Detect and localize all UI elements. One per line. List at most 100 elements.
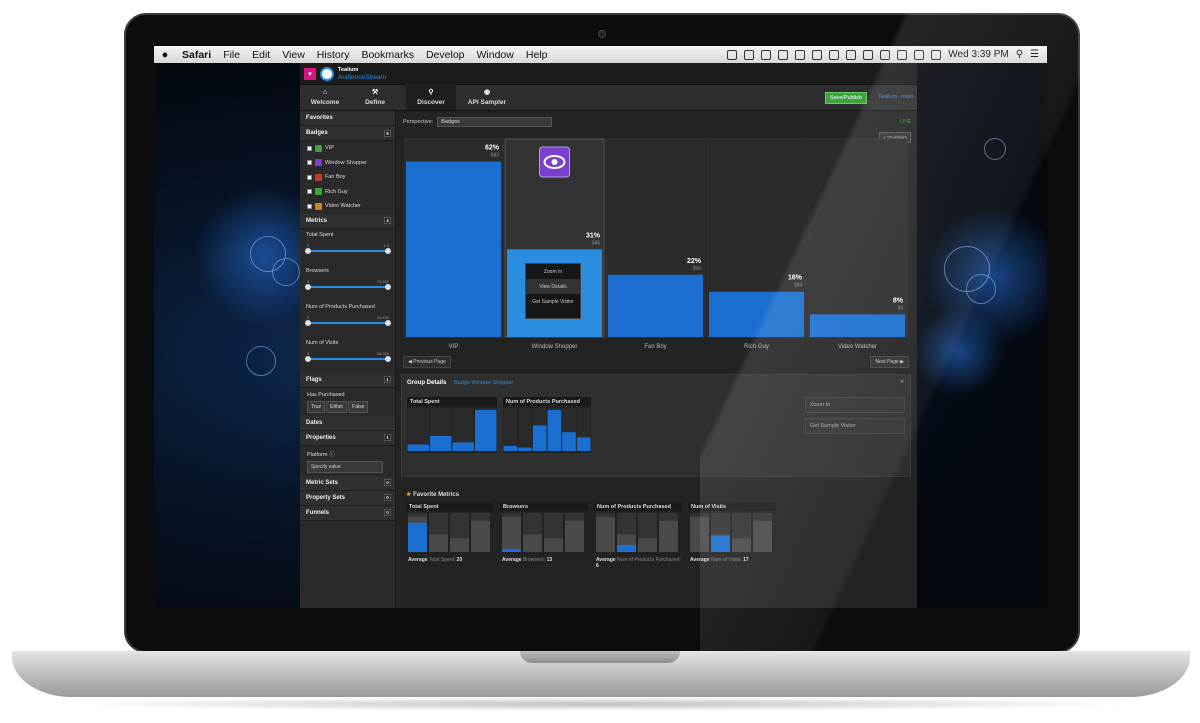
section-flags[interactable]: Flags 1 (300, 372, 395, 388)
sample-visitor-option[interactable]: Get Sample Visitor (526, 294, 580, 309)
slider-handle[interactable] (305, 355, 311, 362)
drive-icon[interactable] (727, 49, 738, 60)
section-dates[interactable]: Dates (300, 415, 395, 431)
range-slider[interactable] (305, 283, 391, 290)
heart-badge-icon (315, 173, 322, 181)
laptop-notch (520, 651, 680, 663)
perspective-select[interactable]: Badges (437, 117, 553, 127)
slider-handle[interactable] (385, 355, 391, 362)
menu-develop[interactable]: Develop (420, 49, 471, 61)
badge-item[interactable]: Window Shopper (300, 156, 395, 171)
favorite-metric-card[interactable]: Num of Visits (688, 502, 776, 554)
lock-icon[interactable] (863, 49, 874, 60)
badge-item[interactable]: VIP (300, 141, 395, 156)
info-icon[interactable]: ⓘ (329, 452, 335, 458)
sound-icon[interactable] (880, 49, 891, 60)
close-icon[interactable]: × (900, 379, 904, 386)
favorite-metric-card[interactable]: Browsers (500, 502, 588, 554)
brand-line1: Tealium (338, 66, 359, 73)
slider-handle[interactable] (305, 319, 311, 326)
menu-window[interactable]: Window (471, 49, 520, 61)
slider-handle[interactable] (305, 247, 311, 254)
checkbox[interactable] (307, 203, 312, 209)
menu-view[interactable]: View (276, 49, 311, 61)
section-metric-sets[interactable]: Metric Sets 0 (300, 475, 395, 491)
slider-handle[interactable] (305, 283, 311, 290)
bluetooth-status-icon[interactable] (744, 49, 755, 60)
menu-edit[interactable]: Edit (246, 49, 276, 61)
slider-handle[interactable] (385, 283, 391, 290)
notification-center-icon[interactable]: ☰ (1030, 49, 1039, 60)
menu-history[interactable]: History (311, 49, 356, 61)
next-page-button[interactable]: Next Page ▶ (870, 356, 909, 368)
tab-welcome[interactable]: ⌂ Welcome (300, 84, 350, 110)
checkbox[interactable] (307, 145, 312, 151)
menu-file[interactable]: File (217, 49, 246, 61)
app-menu-button[interactable]: ▾ (304, 67, 316, 80)
range-slider[interactable] (305, 355, 391, 362)
section-metrics[interactable]: Metrics 4 (300, 213, 395, 229)
bar[interactable] (709, 291, 804, 337)
chat-icon[interactable] (829, 49, 840, 60)
wifi-icon[interactable] (914, 49, 925, 60)
slider-handle[interactable] (385, 319, 391, 326)
save-publish-button[interactable]: Save/Publish (824, 92, 867, 104)
dropbox-icon[interactable] (761, 49, 772, 60)
bar[interactable] (608, 274, 703, 337)
profile-link[interactable]: main (901, 94, 913, 100)
previous-page-button[interactable]: ◀ Previous Page (403, 356, 451, 368)
card-average: Average Browsers: 13 (502, 557, 588, 563)
view-details-option[interactable]: View Details (526, 279, 580, 294)
count-badge: 1 (384, 434, 391, 441)
checkbox[interactable] (307, 160, 312, 166)
tab-discover[interactable]: ⚲ Discover (406, 84, 456, 110)
bluetooth-icon[interactable] (897, 49, 908, 60)
badge-item[interactable]: Fan Boy (300, 170, 395, 185)
flag-true-button[interactable]: True (307, 400, 326, 413)
favorite-metric-card[interactable]: Total Spent (406, 502, 494, 554)
section-favorites[interactable]: Favorites (300, 111, 395, 126)
slider-handle[interactable] (385, 247, 391, 254)
bar-percent-label: 16% (788, 275, 803, 282)
tab-define[interactable]: ⚒ Define (350, 84, 400, 110)
favorite-metric-card[interactable]: Num of Products Purchased (594, 502, 682, 554)
zoom-in-option[interactable]: Zoom In (526, 264, 580, 279)
group-badge-link[interactable]: Badge Window Shopper (454, 380, 513, 386)
checkbox[interactable] (307, 174, 312, 180)
section-property-sets[interactable]: Property Sets 0 (300, 490, 395, 506)
badge-item[interactable]: Rich Guy (300, 185, 395, 200)
battery-icon[interactable] (931, 49, 942, 60)
bar[interactable] (406, 161, 501, 337)
range-slider[interactable] (305, 247, 391, 254)
clock[interactable]: Wed 3:39 PM (948, 49, 1008, 60)
menu-help[interactable]: Help (520, 49, 554, 61)
specify-value-input[interactable]: Specify value (307, 460, 383, 473)
avg-metric: Total Spent: (428, 557, 456, 563)
section-properties[interactable]: Properties 1 (300, 430, 395, 446)
laptop-shadow (60, 697, 1140, 711)
checkbox[interactable] (307, 189, 312, 195)
bar[interactable] (810, 314, 905, 337)
eye-badge-icon (315, 159, 322, 167)
badge-item[interactable]: Video Watcher (300, 199, 395, 214)
time-machine-icon[interactable] (812, 49, 823, 60)
flag-false-button[interactable]: False (348, 400, 369, 413)
account-link[interactable]: Tealium (878, 94, 897, 100)
bar-percent-label: 22% (687, 258, 702, 265)
flag-either-button[interactable]: Either (326, 400, 348, 413)
section-funnels[interactable]: Funnels 0 (300, 505, 395, 521)
range-slider[interactable] (305, 319, 391, 326)
apple-icon[interactable]: ● (154, 49, 176, 61)
section-badges[interactable]: Badges 5 (300, 126, 395, 141)
menu-bookmarks[interactable]: Bookmarks (355, 49, 420, 61)
bar-count-label: 183 (794, 283, 803, 289)
get-sample-visitor-button[interactable]: Get Sample Visitor (805, 418, 905, 434)
sync-icon[interactable] (778, 49, 789, 60)
spotlight-icon[interactable]: ⚲ (1016, 49, 1023, 60)
menu-app[interactable]: Safari (176, 49, 217, 61)
zoom-in-button[interactable]: Zoom In (805, 397, 905, 413)
tab-api-sampler[interactable]: ◉ API Sampler (456, 84, 518, 110)
range-min: 0 (307, 350, 310, 356)
airplay-icon[interactable] (846, 49, 857, 60)
display-icon[interactable] (795, 49, 806, 60)
